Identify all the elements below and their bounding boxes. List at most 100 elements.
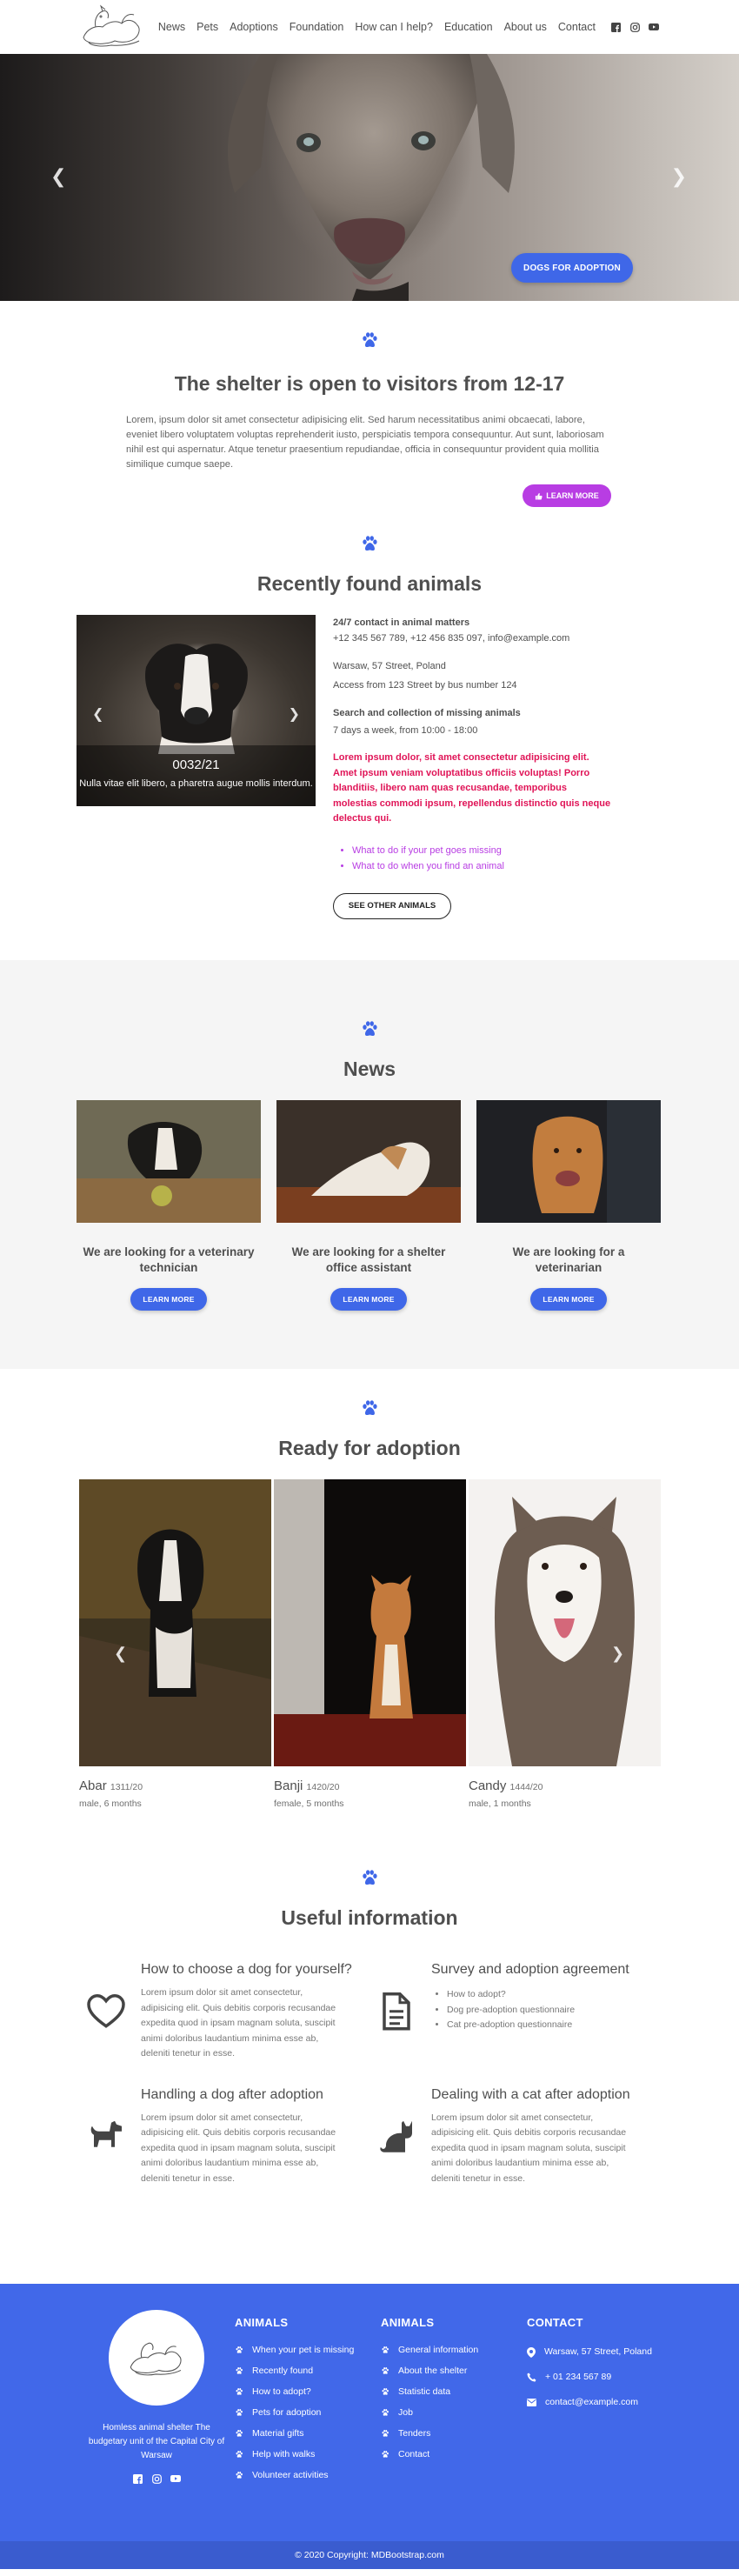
pet-id: 1311/20 <box>110 1782 143 1792</box>
doc-link[interactable]: Dog pre-adoption questionnaire <box>447 2003 629 2019</box>
useful-item-title[interactable]: How to choose a dog for yourself? <box>141 1961 352 1979</box>
pet-id: 1420/20 <box>306 1782 340 1792</box>
useful-section: Useful information How to choose a dog f… <box>0 1858 739 2284</box>
footer-link-label: About the shelter <box>398 2366 468 2376</box>
paw-icon <box>236 2367 243 2374</box>
nav-link-adoptions[interactable]: Adoptions <box>230 21 278 33</box>
footer-email-text[interactable]: contact@example.com <box>545 2390 638 2415</box>
youtube-icon[interactable] <box>170 2473 181 2484</box>
adoption-card[interactable]: Banji 1420/20 female, 5 months <box>274 1479 466 1809</box>
useful-item-text: Lorem ipsum dolor sit amet consectetur, … <box>141 2112 336 2184</box>
footer-col-animals-2: ANIMALS General information About the she… <box>381 2310 520 2541</box>
footer-link-label: When your pet is missing <box>252 2345 355 2355</box>
footer-logo[interactable] <box>109 2310 204 2406</box>
dogs-for-adoption-button[interactable]: DOGS FOR ADOPTION <box>511 253 633 283</box>
paw-icon <box>382 2346 389 2353</box>
adoption-card[interactable]: Candy 1444/20 male, 1 months <box>469 1479 661 1809</box>
footer-link[interactable]: General information <box>381 2339 520 2360</box>
footer-link-label: How to adopt? <box>252 2386 311 2397</box>
instagram-icon[interactable] <box>629 22 640 32</box>
adoption-prev-icon[interactable]: ❮ <box>114 1645 127 1663</box>
nav-link-contact[interactable]: Contact <box>558 21 596 33</box>
paw-icon <box>363 1400 377 1416</box>
nav-link-pets[interactable]: Pets <box>196 21 218 33</box>
pet-image-banji <box>274 1479 466 1766</box>
news-image-golden <box>476 1100 661 1223</box>
useful-item-title[interactable]: Handling a dog after adoption <box>141 2086 346 2104</box>
footer-link-label: Job <box>398 2407 413 2418</box>
footer-social <box>87 2473 226 2484</box>
footer-link[interactable]: Recently found <box>235 2360 374 2381</box>
carousel-next-icon[interactable]: ❯ <box>671 165 687 188</box>
footer-link[interactable]: Help with walks <box>235 2444 374 2465</box>
news-section: News We are looking for a veterinary tec… <box>0 960 739 1369</box>
nav-link-foundation[interactable]: Foundation <box>290 21 344 33</box>
recent-next-icon[interactable]: ❯ <box>289 705 300 723</box>
useful-item-title[interactable]: Dealing with a cat after adoption <box>431 2086 636 2104</box>
footer-link-label: Help with walks <box>252 2449 316 2459</box>
envelope-icon <box>527 2399 536 2406</box>
footer-col-title: ANIMALS <box>381 2316 435 2329</box>
see-other-animals-button[interactable]: SEE OTHER ANIMALS <box>333 892 451 919</box>
pet-details: male, 1 months <box>469 1799 531 1809</box>
news-title-1: We are looking for a veterinary technici… <box>83 1245 255 1274</box>
shelter-learn-more-button[interactable]: LEARN MORE <box>523 484 611 507</box>
footer-link[interactable]: Statistic data <box>381 2381 520 2402</box>
useful-item: Survey and adoption agreement How to ado… <box>376 1961 636 2062</box>
footer-phone-text: + 01 234 567 89 <box>545 2372 612 2382</box>
footer-link-label: Tenders <box>398 2428 431 2439</box>
adoption-carousel: Abar 1311/20 male, 6 months Banji 1420/2… <box>79 1479 739 1809</box>
link-pet-missing[interactable]: What to do if your pet goes missing <box>352 843 611 858</box>
nav-link-education[interactable]: Education <box>444 21 493 33</box>
news-image-dog-ball <box>77 1100 261 1223</box>
instagram-icon[interactable] <box>151 2473 162 2484</box>
contact-line: +12 345 567 789, +12 456 835 097, info@e… <box>333 633 570 644</box>
footer-links-2: General information About the shelter Stat… <box>381 2339 520 2465</box>
copyright-text[interactable]: © 2020 Copyright: MDBootstrap.com <box>295 2550 444 2560</box>
doc-link[interactable]: Cat pre-adoption questionnaire <box>447 2018 629 2033</box>
news-card: We are looking for a veterinarian LEARN … <box>476 1100 661 1311</box>
recent-carousel: ❮ ❯ 0032/21 Nulla vitae elit libero, a p… <box>77 615 316 806</box>
nav-link-help[interactable]: How can I help? <box>355 21 433 33</box>
adoption-next-icon[interactable]: ❯ <box>611 1645 624 1663</box>
paw-icon <box>363 332 377 348</box>
doc-link[interactable]: How to adopt? <box>447 1987 629 2003</box>
news-learn-more-button-1[interactable]: LEARN MORE <box>130 1288 207 1311</box>
adoption-card[interactable]: Abar 1311/20 male, 6 months <box>79 1479 271 1809</box>
paw-icon <box>363 1021 377 1037</box>
footer-link[interactable]: When your pet is missing <box>235 2339 374 2360</box>
footer-link[interactable]: Pets for adoption <box>235 2402 374 2423</box>
footer-link[interactable]: Volunteer activities <box>235 2465 374 2486</box>
red-notice: Lorem ipsum dolor, sit amet consectetur … <box>333 752 611 824</box>
paw-icon <box>363 536 377 551</box>
footer-link[interactable]: How to adopt? <box>235 2381 374 2402</box>
useful-item: How to choose a dog for yourself? Lorem … <box>85 1961 376 2062</box>
news-learn-more-button-2[interactable]: LEARN MORE <box>330 1288 407 1311</box>
nav-links: News Pets Adoptions Foundation How can I… <box>158 21 659 33</box>
footer: Homless animal shelter The budgetary uni… <box>0 2284 739 2541</box>
pet-name: Banji <box>274 1779 303 1793</box>
footer-link[interactable]: Contact <box>381 2444 520 2465</box>
nav-link-about[interactable]: About us <box>504 21 547 33</box>
footer-link[interactable]: Job <box>381 2402 520 2423</box>
footer-link[interactable]: Tenders <box>381 2423 520 2444</box>
news-title-2: We are looking for a shelter office assi… <box>291 1245 446 1274</box>
youtube-icon[interactable] <box>649 22 659 32</box>
adoption-docs-list: How to adopt? Dog pre-adoption questionn… <box>447 1987 629 2033</box>
shelter-logo[interactable] <box>77 4 148 50</box>
carousel-prev-icon[interactable]: ❮ <box>50 165 66 188</box>
footer-link[interactable]: Material gifts <box>235 2423 374 2444</box>
facebook-icon[interactable] <box>610 22 621 32</box>
navbar: News Pets Adoptions Foundation How can I… <box>0 0 739 54</box>
useful-item-text: Lorem ipsum dolor sit amet consectetur, … <box>141 1987 336 2059</box>
footer-link-label: General information <box>398 2345 479 2355</box>
link-find-animal[interactable]: What to do when you find an animal <box>352 858 611 874</box>
nav-link-news[interactable]: News <box>158 21 185 33</box>
news-learn-more-button-3[interactable]: LEARN MORE <box>530 1288 607 1311</box>
useful-item-title[interactable]: Survey and adoption agreement <box>431 1961 629 1979</box>
shelter-learn-more-label: LEARN MORE <box>546 491 599 500</box>
footer-link[interactable]: About the shelter <box>381 2360 520 2381</box>
footer-phone: + 01 234 567 89 <box>527 2365 675 2390</box>
recent-prev-icon[interactable]: ❮ <box>92 705 103 723</box>
facebook-icon[interactable] <box>132 2473 143 2484</box>
